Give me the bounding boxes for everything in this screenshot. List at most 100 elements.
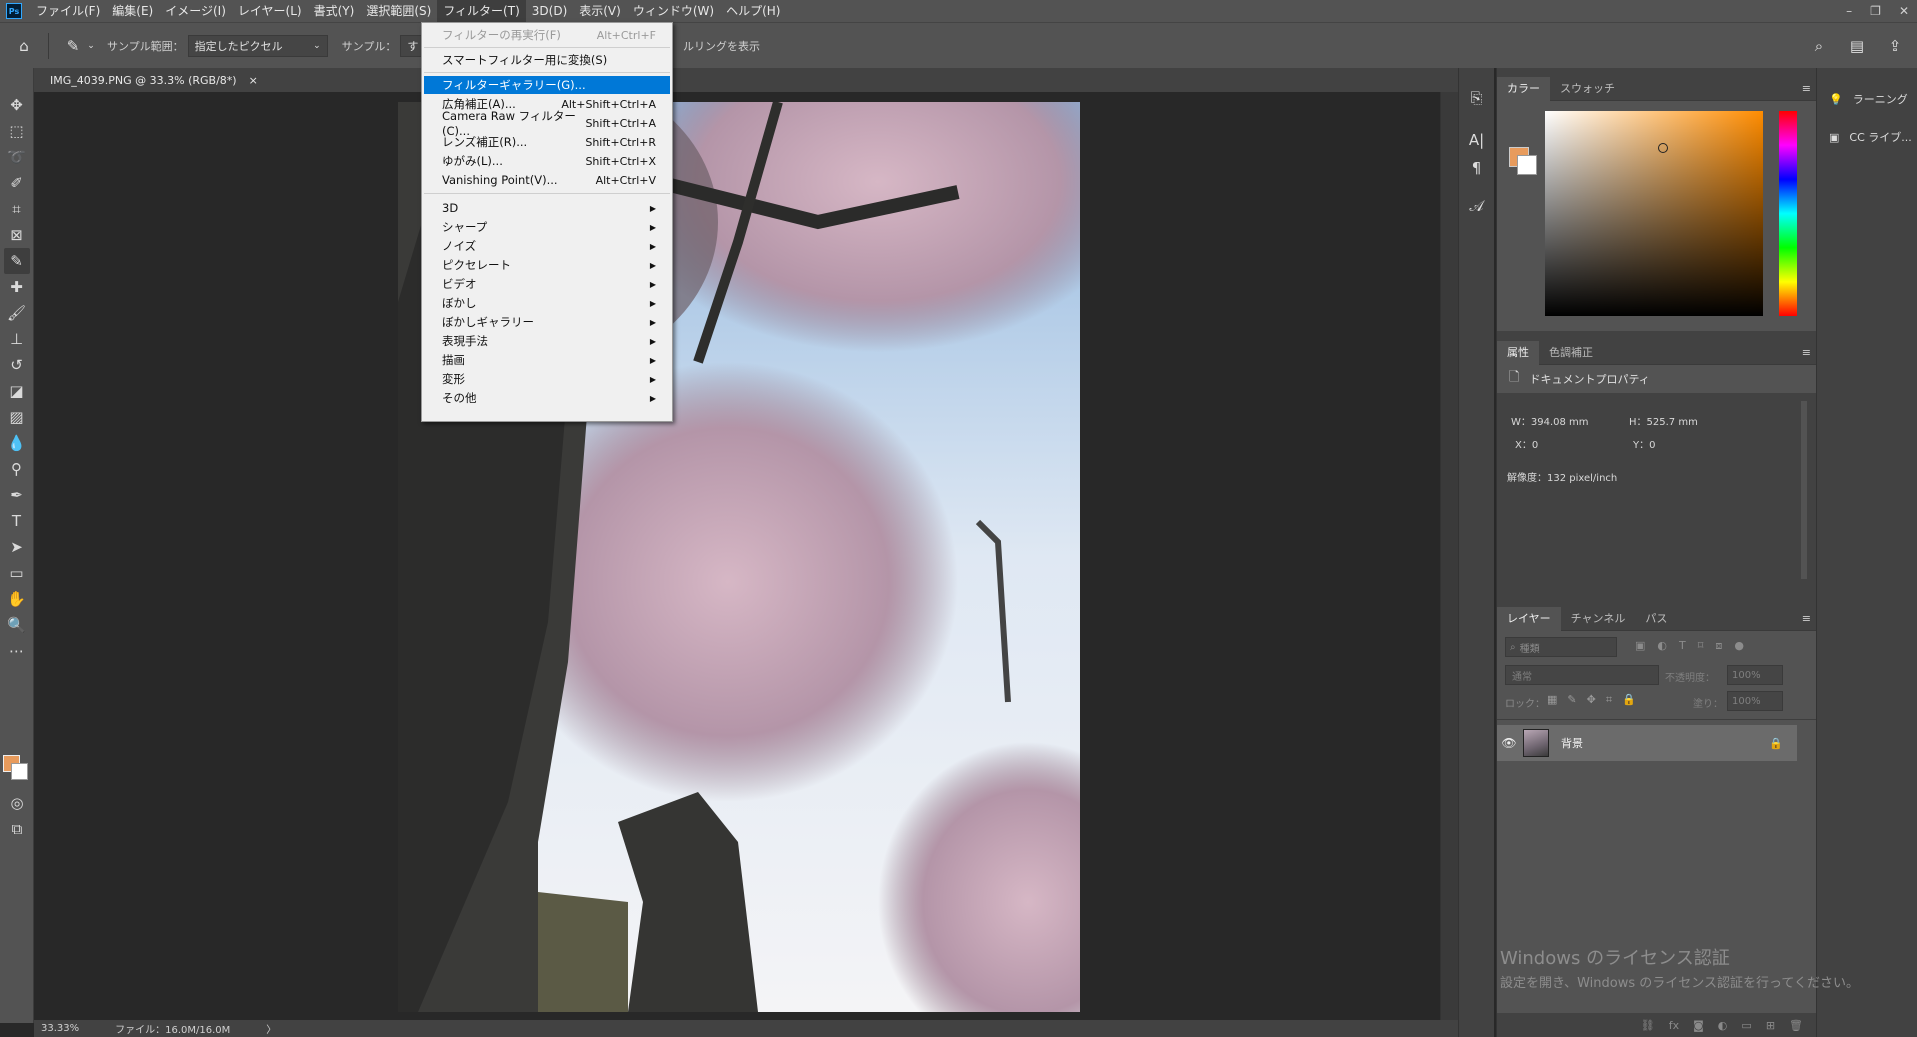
menu-edit[interactable]: 編集(E) xyxy=(106,0,159,22)
menu-layer[interactable]: レイヤー(L) xyxy=(232,0,308,22)
close-icon[interactable]: ✕ xyxy=(1899,4,1909,18)
menu-item-stylize[interactable]: 表現手法 ▶ xyxy=(424,332,670,350)
crop-tool-icon[interactable]: ⌗ xyxy=(4,196,30,222)
menu-item-vanishing-point[interactable]: Vanishing Point(V)... Alt+Ctrl+V xyxy=(424,171,670,189)
document-tab[interactable]: IMG_4039.PNG @ 33.3% (RGB/8*) × xyxy=(42,68,268,92)
delete-layer-icon[interactable]: 🗑 xyxy=(1789,1019,1803,1032)
filter-shape-icon[interactable]: ⌑ xyxy=(1698,639,1704,653)
menu-item-sharpen[interactable]: シャープ ▶ xyxy=(424,218,670,236)
menu-item-lens-correction[interactable]: レンズ補正(R)... Shift+Ctrl+R xyxy=(424,133,670,151)
workspace-icon[interactable]: ▤ xyxy=(1845,34,1869,58)
lock-transparent-icon[interactable]: ▦ xyxy=(1547,693,1557,707)
menu-window[interactable]: ウィンドウ(W) xyxy=(627,0,720,22)
vertical-scrollbar[interactable] xyxy=(1440,92,1458,1020)
background-color-swatch[interactable] xyxy=(11,763,28,780)
quick-select-tool-icon[interactable]: ✐ xyxy=(4,170,30,196)
type-tool-icon[interactable]: T xyxy=(4,508,30,534)
sampling-ring-label[interactable]: ルリングを表示 xyxy=(683,38,760,54)
menu-item-filter-gallery[interactable]: フィルターギャラリー(G)... xyxy=(424,76,670,94)
menu-filter[interactable]: フィルター(T) xyxy=(437,0,526,22)
character-icon[interactable]: A| xyxy=(1463,126,1491,154)
menu-item-noise[interactable]: ノイズ ▶ xyxy=(424,237,670,255)
brush-tool-icon[interactable]: 🖌 xyxy=(4,300,30,326)
layer-lock-icon[interactable]: 🔒 xyxy=(1769,737,1783,750)
lock-artboard-icon[interactable]: ⌗ xyxy=(1606,693,1612,707)
frame-tool-icon[interactable]: ⊠ xyxy=(4,222,30,248)
menu-item-liquify[interactable]: ゆがみ(L)... Shift+Ctrl+X xyxy=(424,152,670,170)
panel-menu-icon[interactable]: ≡ xyxy=(1802,612,1811,625)
tab-paths[interactable]: パス xyxy=(1635,607,1677,631)
filter-type-icon[interactable]: T xyxy=(1679,639,1686,653)
layer-filter-search[interactable]: ⌕ 種類 xyxy=(1505,637,1617,657)
filter-pixel-icon[interactable]: ▣ xyxy=(1635,639,1645,653)
eyedropper-icon[interactable]: ✎ xyxy=(61,34,85,58)
link-layers-icon[interactable]: ⛓ xyxy=(1641,1019,1655,1032)
color-picker-field[interactable] xyxy=(1545,111,1763,316)
blend-mode-select[interactable]: 通常 xyxy=(1505,665,1659,685)
blur-tool-icon[interactable]: 💧 xyxy=(4,430,30,456)
chevron-down-icon[interactable]: ⌄ xyxy=(85,34,97,58)
clone-stamp-tool-icon[interactable]: ⊥ xyxy=(4,326,30,352)
add-mask-icon[interactable]: ◙ xyxy=(1693,1019,1704,1032)
layer-name[interactable]: 背景 xyxy=(1561,735,1583,751)
zoom-level[interactable]: 33.33% xyxy=(41,1023,79,1034)
layer-style-icon[interactable]: fx xyxy=(1669,1019,1679,1032)
menu-3d[interactable]: 3D(D) xyxy=(526,0,573,22)
lasso-tool-icon[interactable]: ➰ xyxy=(4,144,30,170)
sample-range-select[interactable]: 指定したピクセル ⌄ xyxy=(187,34,328,57)
height-value[interactable]: H：525.7 mm xyxy=(1629,413,1698,428)
hand-tool-icon[interactable]: ✋ xyxy=(4,586,30,612)
menu-item-3d[interactable]: 3D ▶ xyxy=(424,199,670,217)
gradient-tool-icon[interactable]: ▨ xyxy=(4,404,30,430)
layer-row[interactable]: 👁 背景 🔒 xyxy=(1497,725,1797,761)
menu-item-pixelate[interactable]: ピクセレート ▶ xyxy=(424,256,670,274)
filter-adjustment-icon[interactable]: ◐ xyxy=(1657,639,1667,653)
menu-item-blur-gallery[interactable]: ぼかしギャラリー ▶ xyxy=(424,313,670,331)
filter-toggle-icon[interactable]: ● xyxy=(1734,639,1744,653)
panel-menu-icon[interactable]: ≡ xyxy=(1802,346,1811,359)
dodge-tool-icon[interactable]: ⚲ xyxy=(4,456,30,482)
tab-channels[interactable]: チャンネル xyxy=(1561,607,1636,631)
menu-item-camera-raw[interactable]: Camera Raw フィルター(C)... Shift+Ctrl+A xyxy=(424,109,670,138)
home-icon[interactable]: ⌂ xyxy=(12,34,36,58)
menu-select[interactable]: 選択範囲(S) xyxy=(360,0,437,22)
more-tools-icon[interactable]: ⋯ xyxy=(4,638,30,664)
search-icon[interactable]: ⌕ xyxy=(1807,34,1831,58)
menu-view[interactable]: 表示(V) xyxy=(573,0,627,22)
menu-item-convert-smart-filter[interactable]: スマートフィルター用に変換(S) xyxy=(424,51,670,69)
color-panel-background-swatch[interactable] xyxy=(1517,155,1537,175)
filter-smart-object-icon[interactable]: ⧈ xyxy=(1715,639,1722,653)
libraries-panel-button[interactable]: ▣ CC ライブ... xyxy=(1817,118,1917,156)
opacity-input[interactable]: 100% xyxy=(1727,665,1783,685)
menu-item-other[interactable]: その他 ▶ xyxy=(424,389,670,407)
glyphs-icon[interactable]: 𝒜 xyxy=(1463,192,1491,220)
learn-panel-button[interactable]: 💡 ラーニング xyxy=(1817,80,1917,118)
marquee-tool-icon[interactable]: ⬚ xyxy=(4,118,30,144)
move-tool-icon[interactable]: ✥ xyxy=(4,92,30,118)
tab-color[interactable]: カラー xyxy=(1497,76,1550,101)
lock-position-icon[interactable]: ✥ xyxy=(1587,693,1596,707)
status-more-icon[interactable]: 〉 xyxy=(266,1021,276,1036)
history-icon[interactable]: ⎘ xyxy=(1463,84,1491,112)
y-value[interactable]: Y：0 xyxy=(1633,436,1655,451)
close-tab-icon[interactable]: × xyxy=(249,74,258,87)
menu-item-blur[interactable]: ぼかし ▶ xyxy=(424,294,670,312)
eyedropper-tool-icon[interactable]: ✎ xyxy=(3,248,30,274)
hue-slider[interactable] xyxy=(1779,111,1797,316)
tab-layers[interactable]: レイヤー xyxy=(1497,606,1561,631)
rectangle-tool-icon[interactable]: ▭ xyxy=(4,560,30,586)
quick-mask-icon[interactable]: ◎ xyxy=(4,790,30,816)
screen-mode-icon[interactable]: ⧉ xyxy=(4,816,30,842)
tab-properties[interactable]: 属性 xyxy=(1497,340,1539,365)
menu-image[interactable]: イメージ(I) xyxy=(159,0,232,22)
share-icon[interactable]: ⇪ xyxy=(1883,34,1907,58)
zoom-tool-icon[interactable]: 🔍 xyxy=(4,612,30,638)
path-select-tool-icon[interactable]: ➤ xyxy=(4,534,30,560)
menu-type[interactable]: 書式(Y) xyxy=(308,0,361,22)
paragraph-icon[interactable]: ¶ xyxy=(1463,154,1491,182)
menu-help[interactable]: ヘルプ(H) xyxy=(720,0,786,22)
new-group-icon[interactable]: ▭ xyxy=(1741,1019,1751,1032)
menu-item-video[interactable]: ビデオ ▶ xyxy=(424,275,670,293)
lock-image-icon[interactable]: ✎ xyxy=(1567,693,1576,707)
properties-scrollbar[interactable] xyxy=(1801,401,1807,579)
